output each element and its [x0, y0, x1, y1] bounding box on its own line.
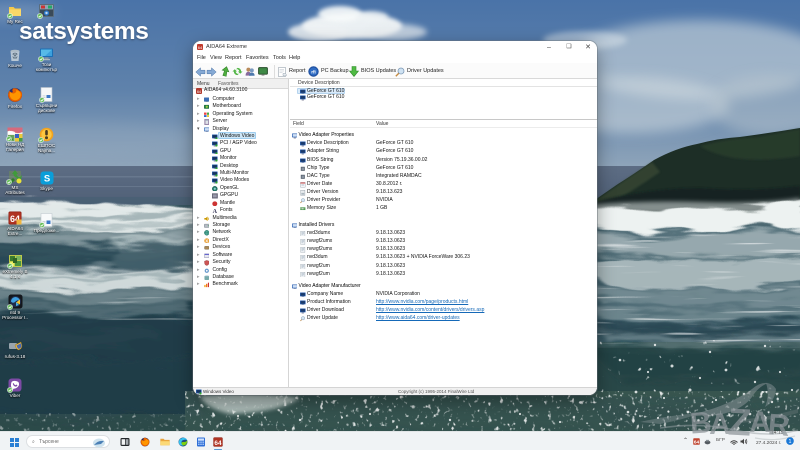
svg-text:rfi: rfi: [311, 69, 316, 74]
svg-text:64: 64: [197, 90, 201, 94]
svg-text:64: 64: [214, 439, 222, 446]
svg-text:64: 64: [198, 45, 203, 50]
svg-text:A: A: [213, 209, 218, 213]
svg-text:S: S: [43, 174, 49, 185]
svg-text:X: X: [205, 238, 208, 243]
